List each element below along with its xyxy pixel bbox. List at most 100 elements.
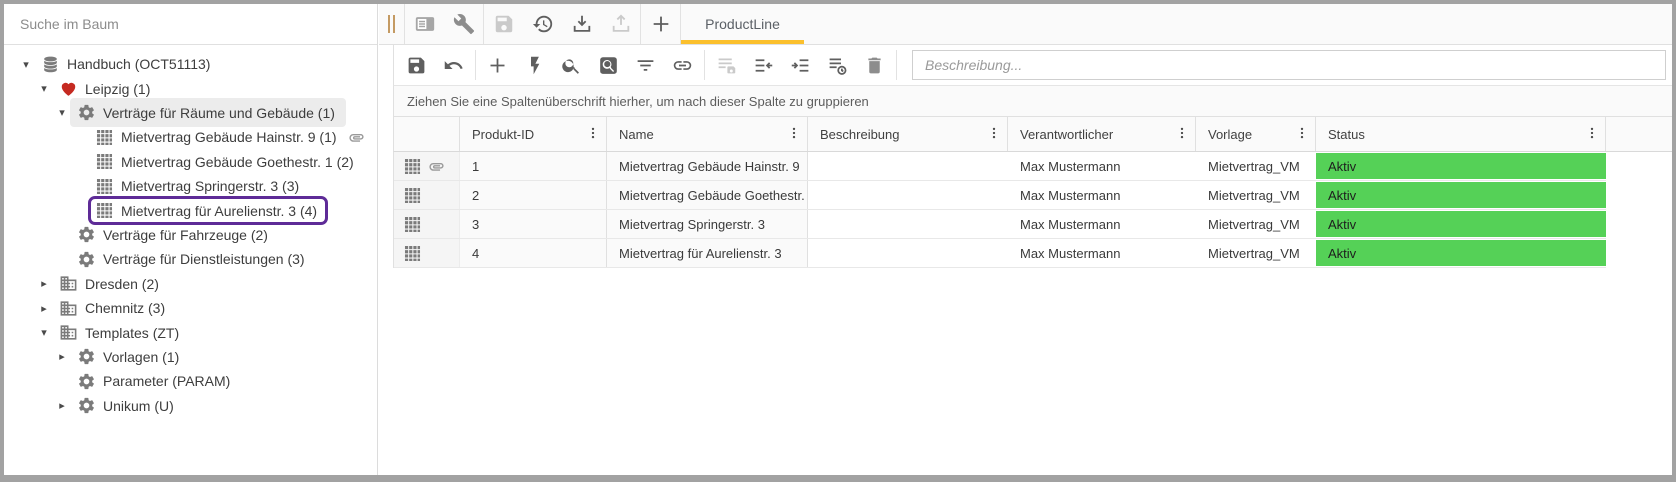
cell-beschreibung[interactable]	[808, 152, 1008, 180]
column-menu-button[interactable]	[1585, 126, 1599, 143]
tree-expand-arrow[interactable]: ▸	[54, 350, 70, 363]
cell-beschreibung[interactable]	[808, 181, 1008, 209]
cell-produkt-id[interactable]: 4	[460, 239, 607, 267]
tree-expand-arrow[interactable]: ▸	[36, 302, 52, 315]
cell-vorlage[interactable]: Mietvertrag_VM	[1196, 210, 1316, 238]
table-row[interactable]: 4Mietvertrag für Aurelienstr. 3 Max Muste…	[394, 239, 1606, 268]
trash-icon	[864, 55, 885, 76]
table-row[interactable]: 1Mietvertrag Gebäude Hainstr. 9 Max Muste…	[394, 152, 1606, 181]
cell-status[interactable]: Aktiv	[1316, 210, 1606, 238]
tree-expand-arrow[interactable]: ▾	[36, 326, 52, 339]
cell-verantwortlicher[interactable]: Max Mustermann	[1008, 239, 1196, 267]
cell-beschreibung[interactable]	[808, 239, 1008, 267]
column-menu-button[interactable]	[586, 126, 600, 143]
link-button[interactable]	[664, 48, 701, 82]
grid-body: 1Mietvertrag Gebäude Hainstr. 9 Max Muste…	[393, 152, 1606, 268]
tree-item[interactable]: ▾ Templates (ZT)	[4, 320, 377, 344]
search-box-icon	[598, 55, 619, 76]
save-all-button[interactable]	[484, 4, 523, 44]
cell-name[interactable]: Mietvertrag Gebäude Goethestr. 1	[607, 181, 808, 209]
cell-verantwortlicher[interactable]: Max Mustermann	[1008, 152, 1196, 180]
tree-item[interactable]: ▸ Dresden (2)	[4, 272, 377, 296]
cell-produkt-id[interactable]: 1	[460, 152, 607, 180]
row-icon-cell[interactable]	[394, 181, 460, 209]
tree-item[interactable]: Mietvertrag für Aurelienstr. 3 (4)	[4, 198, 377, 222]
cell-name[interactable]: Mietvertrag Springerstr. 3	[607, 210, 808, 238]
cell-status[interactable]: Aktiv	[1316, 181, 1606, 209]
group-by-bar[interactable]: Ziehen Sie eine Spaltenüberschrift hierh…	[393, 86, 1672, 117]
tree-expand-arrow[interactable]: ▸	[54, 399, 70, 412]
cell-status[interactable]: Aktiv	[1316, 152, 1606, 180]
row-icon-cell[interactable]	[394, 152, 460, 180]
tree-item[interactable]: ▾ Verträge für Räume und Gebäude (1)	[4, 101, 377, 125]
cell-name[interactable]: Mietvertrag für Aurelienstr. 3	[607, 239, 808, 267]
quick-action-button[interactable]	[516, 48, 553, 82]
import-button[interactable]	[562, 4, 601, 44]
restore-button[interactable]	[523, 4, 562, 44]
table-row[interactable]: 2Mietvertrag Gebäude Goethestr. 1 Max Mus…	[394, 181, 1606, 210]
tree-expand-arrow[interactable]: ▾	[18, 58, 34, 71]
cell-produkt-id[interactable]: 2	[460, 181, 607, 209]
cell-status[interactable]: Aktiv	[1316, 239, 1606, 267]
save-rows-button[interactable]	[708, 48, 745, 82]
tree-search-input[interactable]	[4, 16, 377, 32]
tree-expand-arrow[interactable]: ▸	[36, 277, 52, 290]
delete-button[interactable]	[856, 48, 893, 82]
tree-item[interactable]: ▸ Vorlagen (1)	[4, 345, 377, 369]
export-button[interactable]	[601, 4, 640, 44]
column-menu-button[interactable]	[787, 126, 801, 143]
description-input[interactable]	[912, 50, 1666, 80]
tree-expand-arrow[interactable]: ▾	[54, 106, 70, 119]
tree-item[interactable]: ▾ Handbuch (OCT51113)	[4, 52, 377, 76]
column-menu-button[interactable]	[1175, 126, 1189, 143]
filter-button[interactable]	[627, 48, 664, 82]
table-row[interactable]: 3Mietvertrag Springerstr. 3 Max Musterman…	[394, 210, 1606, 239]
cell-verantwortlicher[interactable]: Max Mustermann	[1008, 210, 1196, 238]
expand-rows-button[interactable]	[782, 48, 819, 82]
add-tab-button[interactable]	[641, 4, 680, 44]
cell-vorlage[interactable]: Mietvertrag_VM	[1196, 181, 1316, 209]
column-menu-button[interactable]	[987, 126, 1001, 143]
cell-vorlage[interactable]: Mietvertrag_VM	[1196, 152, 1316, 180]
header-cell-verantwortlicher[interactable]: Verantwortlicher	[1008, 117, 1196, 151]
tree-item[interactable]: ▾ Leipzig (1)	[4, 76, 377, 100]
tree-expand-arrow[interactable]: ▾	[36, 82, 52, 95]
search-in-data-button[interactable]	[590, 48, 627, 82]
cell-name[interactable]: Mietvertrag Gebäude Hainstr. 9	[607, 152, 808, 180]
tree-item[interactable]: Mietvertrag Gebäude Goethestr. 1 (2)	[4, 150, 377, 174]
header-cell-status[interactable]: Status	[1316, 117, 1606, 151]
top-toolbar: ProductLine	[379, 4, 1672, 45]
cell-vorlage[interactable]: Mietvertrag_VM	[1196, 239, 1316, 267]
toggle-panel-button[interactable]	[405, 4, 444, 44]
tree-item[interactable]: Verträge für Fahrzeuge (2)	[4, 223, 377, 247]
list-save-icon	[716, 55, 737, 76]
tree-item-label: Vorlagen (1)	[103, 349, 179, 365]
row-history-button[interactable]	[819, 48, 856, 82]
tree-item[interactable]: ▸ Chemnitz (3)	[4, 296, 377, 320]
header-cell-produkt-id[interactable]: Produkt-ID	[460, 117, 607, 151]
tree-item[interactable]: Parameter (PARAM)	[4, 369, 377, 393]
tab-productline[interactable]: ProductLine	[680, 4, 804, 44]
header-cell-vorlage[interactable]: Vorlage	[1196, 117, 1316, 151]
add-row-button[interactable]	[479, 48, 516, 82]
cell-produkt-id[interactable]: 3	[460, 210, 607, 238]
tree-item[interactable]: Mietvertrag Gebäude Hainstr. 9 (1)	[4, 125, 377, 149]
undo-button[interactable]	[435, 48, 472, 82]
tree-item[interactable]: Verträge für Dienstleistungen (3)	[4, 247, 377, 271]
save-button[interactable]	[398, 48, 435, 82]
search-button[interactable]	[553, 48, 590, 82]
header-cell-name[interactable]: Name	[607, 117, 808, 151]
restore-icon	[532, 13, 554, 35]
header-cell-icon-column	[394, 117, 460, 151]
header-cell-beschreibung[interactable]: Beschreibung	[808, 117, 1008, 151]
settings-wrench-button[interactable]	[444, 4, 483, 44]
column-menu-button[interactable]	[1295, 126, 1309, 143]
tree-item[interactable]: Mietvertrag Springerstr. 3 (3)	[4, 174, 377, 198]
tree-item[interactable]: ▸ Unikum (U)	[4, 393, 377, 417]
panel-resize-handle[interactable]	[379, 4, 404, 44]
collapse-rows-button[interactable]	[745, 48, 782, 82]
cell-verantwortlicher[interactable]: Max Mustermann	[1008, 181, 1196, 209]
cell-beschreibung[interactable]	[808, 210, 1008, 238]
row-icon-cell[interactable]	[394, 239, 460, 267]
row-icon-cell[interactable]	[394, 210, 460, 238]
